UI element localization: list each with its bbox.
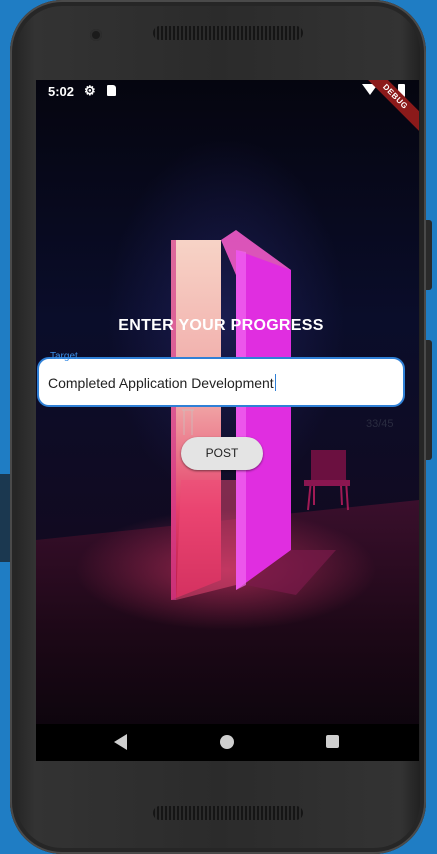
bottom-speaker <box>153 806 303 820</box>
back-icon[interactable] <box>114 734 127 750</box>
chair <box>304 450 350 511</box>
page-title: ENTER YOUR PROGRESS <box>118 317 324 334</box>
status-time: 5:02 <box>48 84 75 99</box>
post-button[interactable]: POST <box>181 437 263 470</box>
navigation-bar <box>36 724 419 761</box>
background-image <box>36 230 419 761</box>
target-input[interactable]: Target Completed Application Development <box>37 351 405 407</box>
target-field-value-wrap[interactable]: Completed Application Development <box>48 374 276 391</box>
front-camera <box>90 29 102 41</box>
phone-frame: 5:02 ⚙ DEBUG ENTER YOUR PROGRESS Target … <box>10 0 426 854</box>
desktop-background-window <box>0 474 10 562</box>
sd-card-icon <box>107 85 116 96</box>
earpiece-speaker <box>153 26 303 40</box>
target-field-value[interactable]: Completed Application Development <box>48 375 274 391</box>
target-field-label: Target <box>50 351 78 362</box>
device-screen: 5:02 ⚙ DEBUG ENTER YOUR PROGRESS Target … <box>36 80 419 761</box>
status-bar: 5:02 ⚙ <box>36 80 419 104</box>
recents-icon[interactable] <box>326 735 339 748</box>
character-counter: 33/45 <box>366 418 394 430</box>
home-icon[interactable] <box>220 735 234 749</box>
gear-icon: ⚙ <box>84 83 96 98</box>
volume-button <box>426 220 432 290</box>
text-caret <box>274 374 276 391</box>
power-button <box>426 340 432 460</box>
